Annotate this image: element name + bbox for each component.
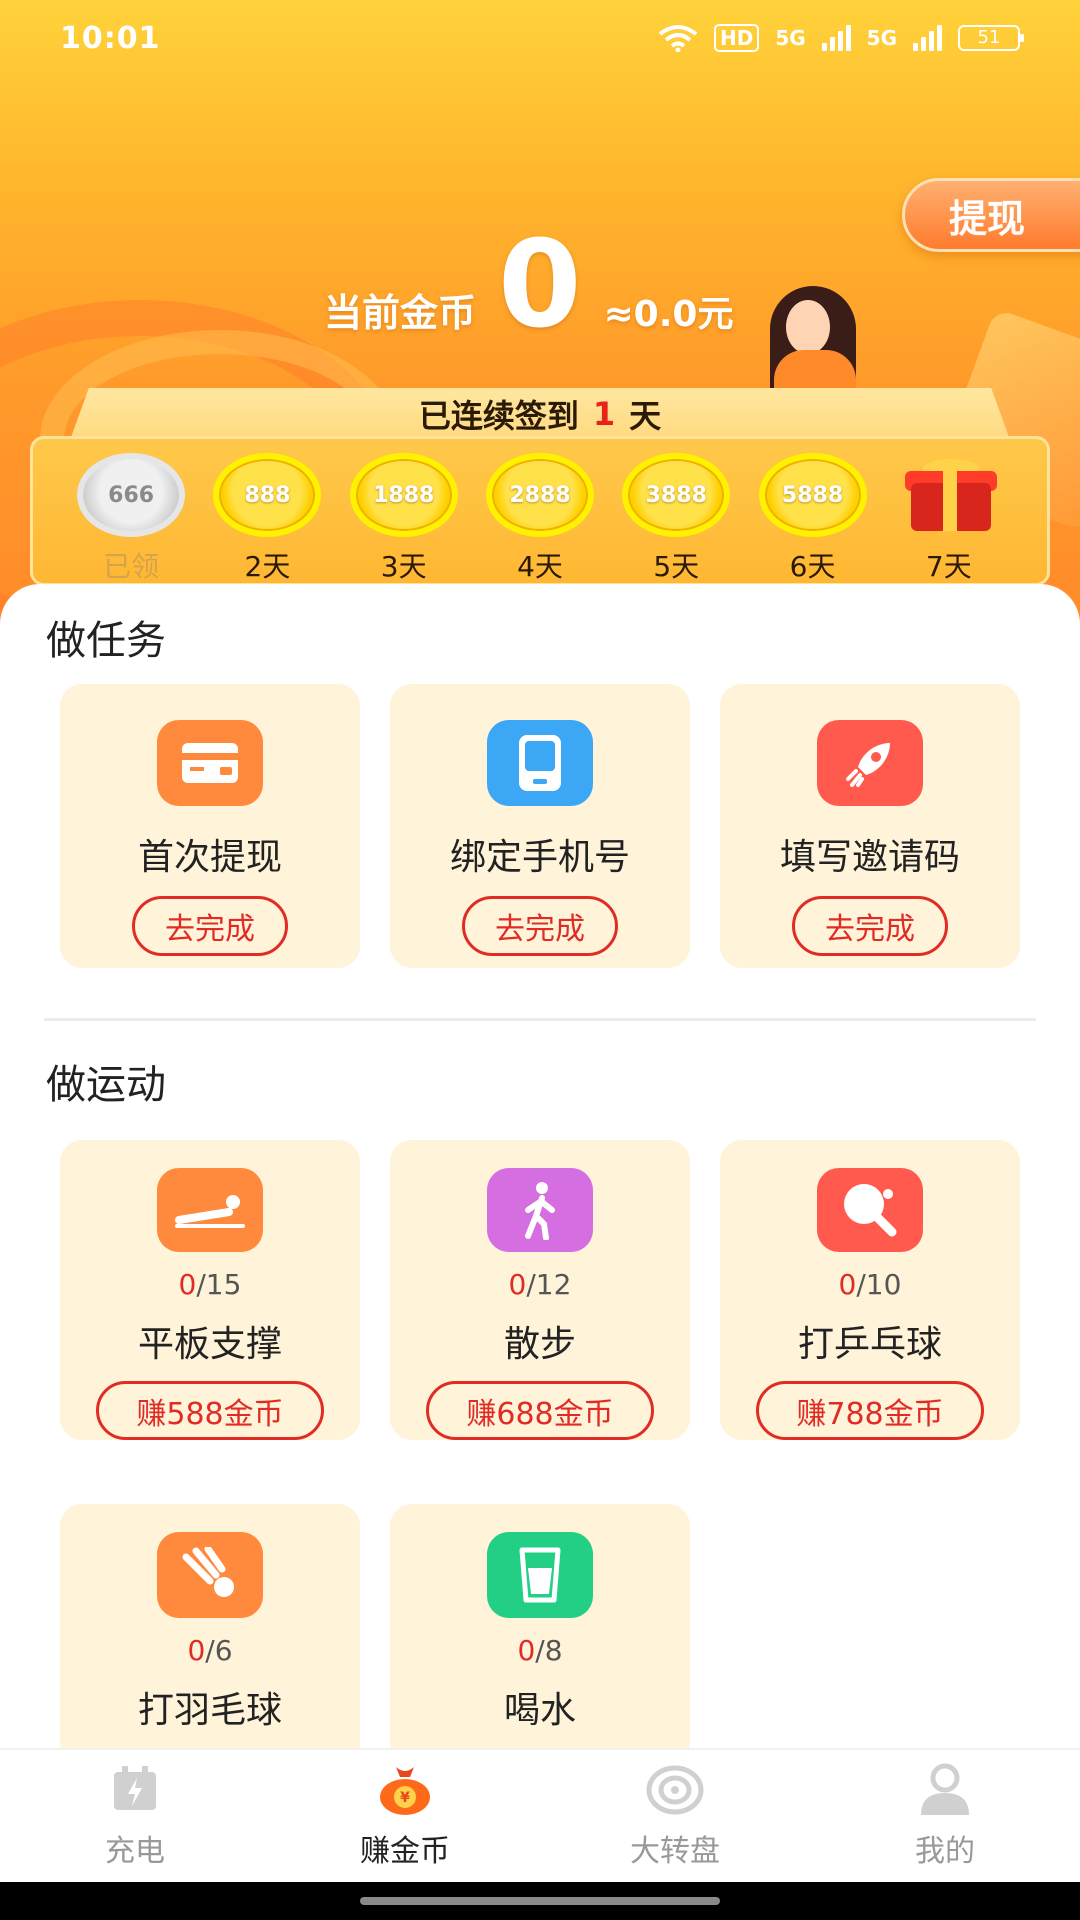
signin-day[interactable]: 3888 5天	[620, 453, 732, 585]
wifi-icon	[658, 25, 698, 52]
wheel-icon	[645, 1762, 705, 1818]
battery-icon: 51	[958, 25, 1024, 51]
task-card[interactable]: 填写邀请码 去完成	[720, 684, 1020, 968]
signal-5g-label-2: 5G	[866, 26, 897, 50]
sport-card[interactable]: 0/8 喝水	[390, 1504, 690, 1748]
coins-label: 当前金币	[324, 291, 477, 335]
shuttlecock-icon	[157, 1532, 263, 1618]
task-title: 首次提现	[137, 837, 282, 878]
gift-box-icon	[901, 453, 997, 537]
sport-title: 打乒乓球	[797, 1324, 942, 1366]
header-banner: 10:01 HD 5G 5G 51 提现 当前金币 0 ≈0.0元 已连续签到 …	[0, 0, 1080, 640]
sport-progress: 0/15	[178, 1268, 242, 1302]
signin-suffix: 天	[629, 397, 662, 435]
sport-title: 平板支撑	[137, 1324, 282, 1366]
sport-progress: 0/12	[508, 1268, 572, 1302]
home-indicator[interactable]	[360, 1897, 720, 1905]
status-bar: 10:01 HD 5G 5G 51	[0, 0, 1080, 76]
section-divider	[44, 1018, 1036, 1021]
nav-item-earn-coins[interactable]: ¥ 赚金币	[305, 1762, 505, 1870]
nav-item-profile[interactable]: 我的	[845, 1762, 1045, 1870]
signin-day[interactable]: 7天	[893, 453, 1005, 585]
phone-icon	[487, 720, 593, 806]
coin-icon: 5888	[758, 453, 867, 537]
system-gesture-bar	[0, 1882, 1080, 1920]
signin-day-label: 5天	[653, 550, 700, 583]
signin-day-label: 已领	[103, 550, 160, 583]
sport-progress: 0/8	[517, 1634, 563, 1667]
nav-label: 充电	[105, 1834, 165, 1869]
sport-title: 散步	[503, 1324, 576, 1366]
svg-text:¥: ¥	[400, 1790, 410, 1806]
sport-earn-button[interactable]: 赚688金币	[426, 1381, 654, 1440]
rocket-icon	[817, 720, 923, 806]
sport-progress: 0/10	[838, 1268, 902, 1302]
nav-item-charging[interactable]: 充电	[35, 1762, 235, 1870]
sport-title: 喝水	[503, 1690, 576, 1731]
task-action-button[interactable]: 去完成	[132, 896, 288, 956]
plank-icon	[157, 1168, 263, 1253]
tasks-section-title: 做任务	[46, 618, 166, 664]
coin-icon: 888	[213, 453, 322, 537]
signin-day[interactable]: 666 已领	[75, 453, 187, 585]
coin-icon: 3888	[622, 453, 731, 537]
sport-title: 打羽毛球	[137, 1690, 282, 1731]
signal-icon	[821, 25, 851, 51]
signin-day-label: 3天	[380, 550, 427, 583]
task-card[interactable]: 首次提现 去完成	[60, 684, 360, 968]
sport-earn-button[interactable]: 赚588金币	[96, 1381, 324, 1440]
content-panel: 做任务 首次提现 去完成 绑定手机号 去完成 填写邀请码 去完成 做运动 0/1…	[0, 584, 1080, 1748]
signin-day-label: 4天	[517, 550, 563, 583]
sport-card[interactable]: 0/12 散步 赚688金币	[390, 1140, 690, 1440]
coin-icon: 2888	[485, 453, 594, 537]
signin-day-label: 6天	[789, 550, 836, 583]
status-icons: HD 5G 5G 51	[658, 24, 1024, 52]
nav-label: 大转盘	[630, 1834, 720, 1869]
nav-label: 赚金币	[360, 1834, 450, 1869]
task-title: 填写邀请码	[779, 837, 960, 878]
charging-icon	[105, 1762, 165, 1818]
hd-badge: HD	[713, 24, 760, 52]
signin-card: 666 已领 888 2天 1888 3天 2888 4天 3888 5天 58…	[30, 436, 1050, 586]
coin-icon: 666	[77, 453, 186, 537]
signal-5g-label: 5G	[775, 26, 806, 50]
signin-days-count: 1	[592, 395, 616, 433]
task-title: 绑定手机号	[449, 837, 630, 878]
withdraw-button[interactable]: 提现	[902, 178, 1080, 252]
ping-pong-icon	[817, 1168, 923, 1253]
sport-card[interactable]: 0/10 打乒乓球 赚788金币	[720, 1140, 1020, 1440]
money-bag-icon: ¥	[375, 1762, 435, 1818]
nav-label: 我的	[915, 1834, 975, 1869]
water-cup-icon	[487, 1532, 593, 1618]
sport-progress: 0/6	[187, 1634, 233, 1667]
signin-streak-banner: 已连续签到 1 天	[70, 388, 1010, 440]
task-action-button[interactable]: 去完成	[792, 896, 948, 956]
sports-section-title: 做运动	[46, 1062, 166, 1108]
bottom-nav: 充电 ¥ 赚金币 大转盘 我的	[0, 1748, 1080, 1882]
signin-day[interactable]: 888 2天	[211, 453, 323, 585]
sport-card[interactable]: 0/15 平板支撑 赚588金币	[60, 1140, 360, 1440]
sport-card[interactable]: 0/6 打羽毛球	[60, 1504, 360, 1748]
coin-balance: 当前金币 0 ≈0.0元	[324, 226, 733, 346]
signin-day[interactable]: 2888 4天	[484, 453, 596, 585]
status-time: 10:01	[60, 20, 161, 56]
signin-prefix: 已连续签到	[418, 397, 579, 435]
card-icon	[157, 720, 263, 806]
signin-day-label: 2天	[244, 550, 291, 583]
task-action-button[interactable]: 去完成	[462, 896, 618, 956]
signin-day-label: 7天	[925, 550, 972, 583]
walking-icon	[487, 1168, 593, 1253]
coins-cash-equivalent: ≈0.0元	[603, 294, 734, 335]
signin-day[interactable]: 5888 6天	[757, 453, 869, 585]
task-card[interactable]: 绑定手机号 去完成	[390, 684, 690, 968]
sport-earn-button[interactable]: 赚788金币	[756, 1381, 984, 1440]
profile-icon	[915, 1762, 975, 1818]
coins-value: 0	[498, 216, 582, 355]
signal-icon-2	[913, 25, 942, 51]
signin-day[interactable]: 1888 3天	[348, 453, 460, 585]
nav-item-wheel[interactable]: 大转盘	[575, 1762, 775, 1870]
coin-icon: 1888	[349, 453, 458, 537]
